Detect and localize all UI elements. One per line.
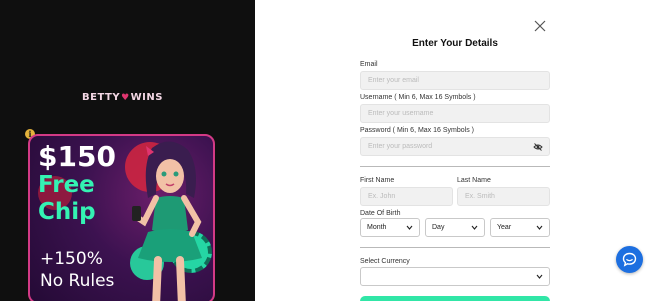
section-divider: [360, 166, 550, 167]
dob-month-value: Month: [367, 224, 387, 231]
currency-select[interactable]: [360, 267, 550, 286]
form-title: Enter Your Details: [412, 38, 498, 49]
chat-icon: [622, 252, 637, 267]
close-icon[interactable]: [534, 20, 546, 32]
promo-amount: $150: [38, 140, 116, 173]
dob-label: Date Of Birth: [360, 210, 401, 217]
password-label: Password ( Min 6, Max 16 Symbols ): [360, 127, 474, 134]
promo-bonus-rules: No Rules: [40, 271, 115, 291]
first-name-field[interactable]: Ex. John: [360, 187, 453, 206]
chat-button[interactable]: [616, 246, 643, 273]
promo-chip-line: Chip: [38, 199, 96, 225]
promo-bonus: +150% No Rules: [40, 248, 114, 292]
logo-heart: ♥: [121, 93, 130, 103]
logo-text-left: BETTY: [82, 92, 121, 103]
promo-free-line: Free: [38, 172, 95, 198]
dob-month-select[interactable]: Month: [360, 218, 420, 237]
chevron-down-icon: [536, 225, 543, 230]
currency-label: Select Currency: [360, 258, 410, 265]
dob-day-value: Day: [432, 224, 445, 231]
chevron-down-icon: [406, 225, 413, 230]
promo-banner[interactable]: $150 Free Chip +150% No Rules: [28, 134, 215, 301]
chevron-down-icon: [471, 225, 478, 230]
dob-year-value: Year: [497, 224, 512, 231]
username-field[interactable]: Enter your username: [360, 104, 550, 123]
section-divider: [360, 247, 550, 248]
email-field[interactable]: Enter your email: [360, 71, 550, 90]
password-field[interactable]: Enter your password: [360, 137, 550, 156]
eye-off-icon[interactable]: [533, 142, 543, 152]
first-name-label: First Name: [360, 177, 395, 184]
promo-panel: BETTY♥WINS i $150 Free Chip +150% No Rul…: [0, 0, 255, 301]
dob-day-select[interactable]: Day: [425, 218, 485, 237]
logo-text-right: WINS: [130, 92, 163, 103]
promo-bonus-percent: +150%: [40, 249, 103, 269]
password-placeholder: Enter your password: [368, 143, 433, 150]
brand-logo: BETTY♥WINS: [82, 92, 163, 103]
promo-free-chip: Free Chip: [38, 172, 96, 226]
email-label: Email: [360, 61, 378, 68]
dob-year-select[interactable]: Year: [490, 218, 550, 237]
mascot-illustration: [132, 141, 202, 301]
username-label: Username ( Min 6, Max 16 Symbols ): [360, 94, 476, 101]
submit-button[interactable]: [360, 296, 550, 301]
last-name-field[interactable]: Ex. Smith: [457, 187, 550, 206]
chevron-down-icon: [536, 274, 543, 279]
last-name-label: Last Name: [457, 177, 491, 184]
